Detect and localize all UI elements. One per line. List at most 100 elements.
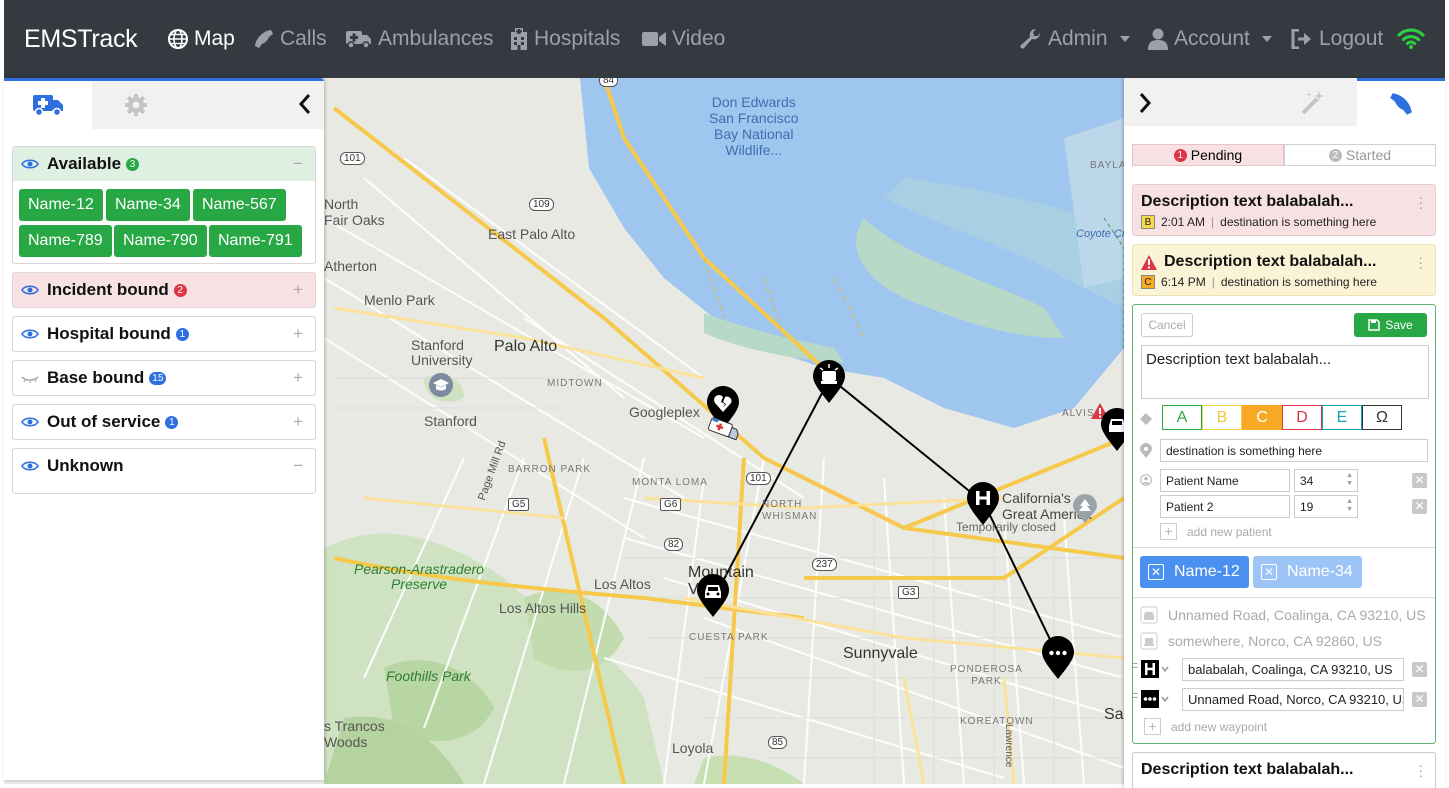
route-shield: 82 [664, 538, 684, 551]
group-incident-bound-header[interactable]: Incident bound 2 + [13, 273, 315, 307]
brand[interactable]: EMSTrack [24, 25, 138, 54]
tab-settings[interactable] [92, 81, 180, 129]
video-icon [642, 32, 666, 46]
eye-closed-icon[interactable] [21, 372, 39, 384]
priority-e-button[interactable]: E [1322, 405, 1362, 430]
remove-waypoint-button[interactable]: ✕ [1412, 692, 1427, 707]
map-label-los-altos: Los Altos [594, 576, 651, 592]
patient-name-input[interactable]: Patient Name [1160, 469, 1290, 492]
collapse-toggle[interactable]: − [293, 456, 303, 476]
add-patient-row[interactable]: + add new patient [1160, 523, 1272, 540]
group-base-bound-header[interactable]: Base bound 15 + [13, 361, 315, 395]
collapse-left-icon[interactable] [298, 93, 312, 115]
drag-handle[interactable]: – – [1132, 659, 1138, 673]
hospital-pin-icon[interactable] [966, 482, 1000, 526]
ambulance-button[interactable]: Name-12 [19, 189, 103, 221]
started-count: 2 [1328, 148, 1342, 162]
eye-icon[interactable] [21, 284, 39, 296]
remove-chip-icon[interactable]: ✕ [1148, 564, 1164, 580]
top-navbar: EMSTrack Map Calls Ambulances Hospitals … [4, 0, 1445, 78]
remove-chip-icon[interactable]: ✕ [1261, 564, 1277, 580]
started-filter[interactable]: 2 Started [1284, 144, 1436, 166]
collapse-right-icon[interactable] [1138, 92, 1152, 114]
group-hospital-bound-header[interactable]: Hospital bound 1 + [13, 317, 315, 351]
hospital-type-icon[interactable] [1140, 659, 1170, 679]
eye-icon[interactable] [21, 416, 39, 428]
waypoint-input[interactable]: Unnamed Road, Norco, CA 93210, US [1182, 688, 1404, 711]
expand-toggle[interactable]: + [293, 368, 303, 388]
ambulance-button[interactable]: Name-34 [106, 189, 190, 221]
eye-icon[interactable] [21, 328, 39, 340]
calls-panel: 1 Pending 2 Started Description text bal… [1124, 78, 1445, 788]
patient-age-input[interactable]: 34 ▲ ▼ [1294, 469, 1358, 492]
tab-calls[interactable] [1357, 78, 1445, 126]
right-panel-tabs [1124, 78, 1445, 126]
group-out-of-service-header[interactable]: Out of service 1 + [13, 405, 315, 439]
group-label: Base bound [47, 368, 145, 387]
expand-toggle[interactable]: + [293, 280, 303, 300]
nav-hospitals[interactable]: Hospitals [510, 27, 620, 51]
assigned-ambulance-chip[interactable]: ✕ Name-12 [1140, 556, 1249, 588]
kebab-menu-icon[interactable]: · · · [1418, 758, 1423, 782]
group-unknown-header[interactable]: Unknown − [13, 449, 315, 483]
save-button[interactable]: Save [1354, 313, 1427, 337]
nav-video[interactable]: Video [642, 27, 725, 51]
ambulance-button[interactable]: Name-789 [19, 225, 112, 257]
ambulance-marker-icon[interactable] [706, 417, 742, 441]
priority-b-button[interactable]: B [1202, 405, 1242, 430]
remove-patient-button[interactable]: ✕ [1412, 473, 1427, 488]
add-icon[interactable]: + [1144, 718, 1161, 735]
account-dropdown[interactable]: Account [1148, 27, 1272, 51]
park-marker-icon [1073, 494, 1097, 523]
expand-toggle[interactable]: + [293, 412, 303, 432]
destination-input[interactable]: destination is something here [1160, 439, 1428, 462]
ambulance-button[interactable]: Name-791 [209, 225, 302, 257]
collapse-toggle[interactable]: − [293, 154, 303, 174]
divider [1133, 597, 1435, 598]
eye-icon[interactable] [21, 158, 39, 170]
add-waypoint-row[interactable]: + add new waypoint [1144, 718, 1267, 735]
logout-link[interactable]: Logout [1291, 27, 1383, 51]
ambulance-button[interactable]: Name-790 [114, 225, 207, 257]
kebab-menu-icon[interactable]: · · · [1418, 250, 1423, 274]
assigned-ambulance-chip[interactable]: ✕ Name-34 [1253, 556, 1362, 588]
call-card[interactable]: Description text balabalah... B 2:01 AM … [1132, 184, 1436, 236]
save-label: Save [1385, 318, 1413, 332]
pending-filter[interactable]: 1 Pending [1132, 144, 1284, 166]
priority-d-button[interactable]: D [1282, 405, 1322, 430]
priority-a-button[interactable]: A [1162, 405, 1202, 430]
car-pin-icon[interactable] [696, 574, 730, 618]
eye-icon[interactable] [21, 460, 39, 472]
expand-toggle[interactable]: + [293, 324, 303, 344]
incident-pin-icon[interactable] [812, 360, 846, 404]
magic-wand-icon[interactable] [1300, 90, 1326, 116]
sign-out-icon [1291, 29, 1311, 49]
priority-badge: C [1141, 275, 1155, 289]
waypoint-type-icon[interactable] [1140, 689, 1170, 709]
nav-ambulances[interactable]: Ambulances [345, 27, 494, 51]
cancel-button[interactable]: Cancel [1141, 313, 1193, 337]
nav-hospitals-label: Hospitals [534, 27, 621, 50]
group-label: Available [47, 154, 122, 173]
remove-waypoint-button[interactable]: ✕ [1412, 662, 1427, 677]
priority-c-button[interactable]: C [1242, 405, 1282, 430]
call-card[interactable]: Description text balabalah... · · · [1132, 752, 1436, 788]
group-available-header[interactable]: Available 3 − [13, 147, 315, 181]
description-textarea[interactable]: Description text balabalah... [1141, 345, 1429, 399]
nav-map[interactable]: Map [168, 27, 235, 51]
admin-dropdown[interactable]: Admin [1020, 27, 1130, 51]
drag-handle[interactable]: – – [1132, 689, 1138, 703]
call-card[interactable]: Description text balabalah... C 6:14 PM … [1132, 244, 1436, 296]
nav-calls[interactable]: Calls [254, 27, 327, 51]
add-icon[interactable]: + [1160, 523, 1177, 540]
waypoint-pin-icon[interactable] [1041, 636, 1075, 680]
call-time: 2:01 AM [1161, 215, 1206, 229]
patient-age-input[interactable]: 19 ▲ ▼ [1294, 495, 1358, 518]
patient-name-input[interactable]: Patient 2 [1160, 495, 1290, 518]
priority-omega-button[interactable]: Ω [1362, 405, 1402, 430]
tab-ambulances[interactable] [4, 81, 92, 129]
waypoint-input[interactable]: balabalah, Coalinga, CA 93210, US [1182, 658, 1404, 681]
remove-patient-button[interactable]: ✕ [1412, 499, 1427, 514]
kebab-menu-icon[interactable]: · · · [1418, 190, 1423, 214]
ambulance-button[interactable]: Name-567 [193, 189, 286, 221]
